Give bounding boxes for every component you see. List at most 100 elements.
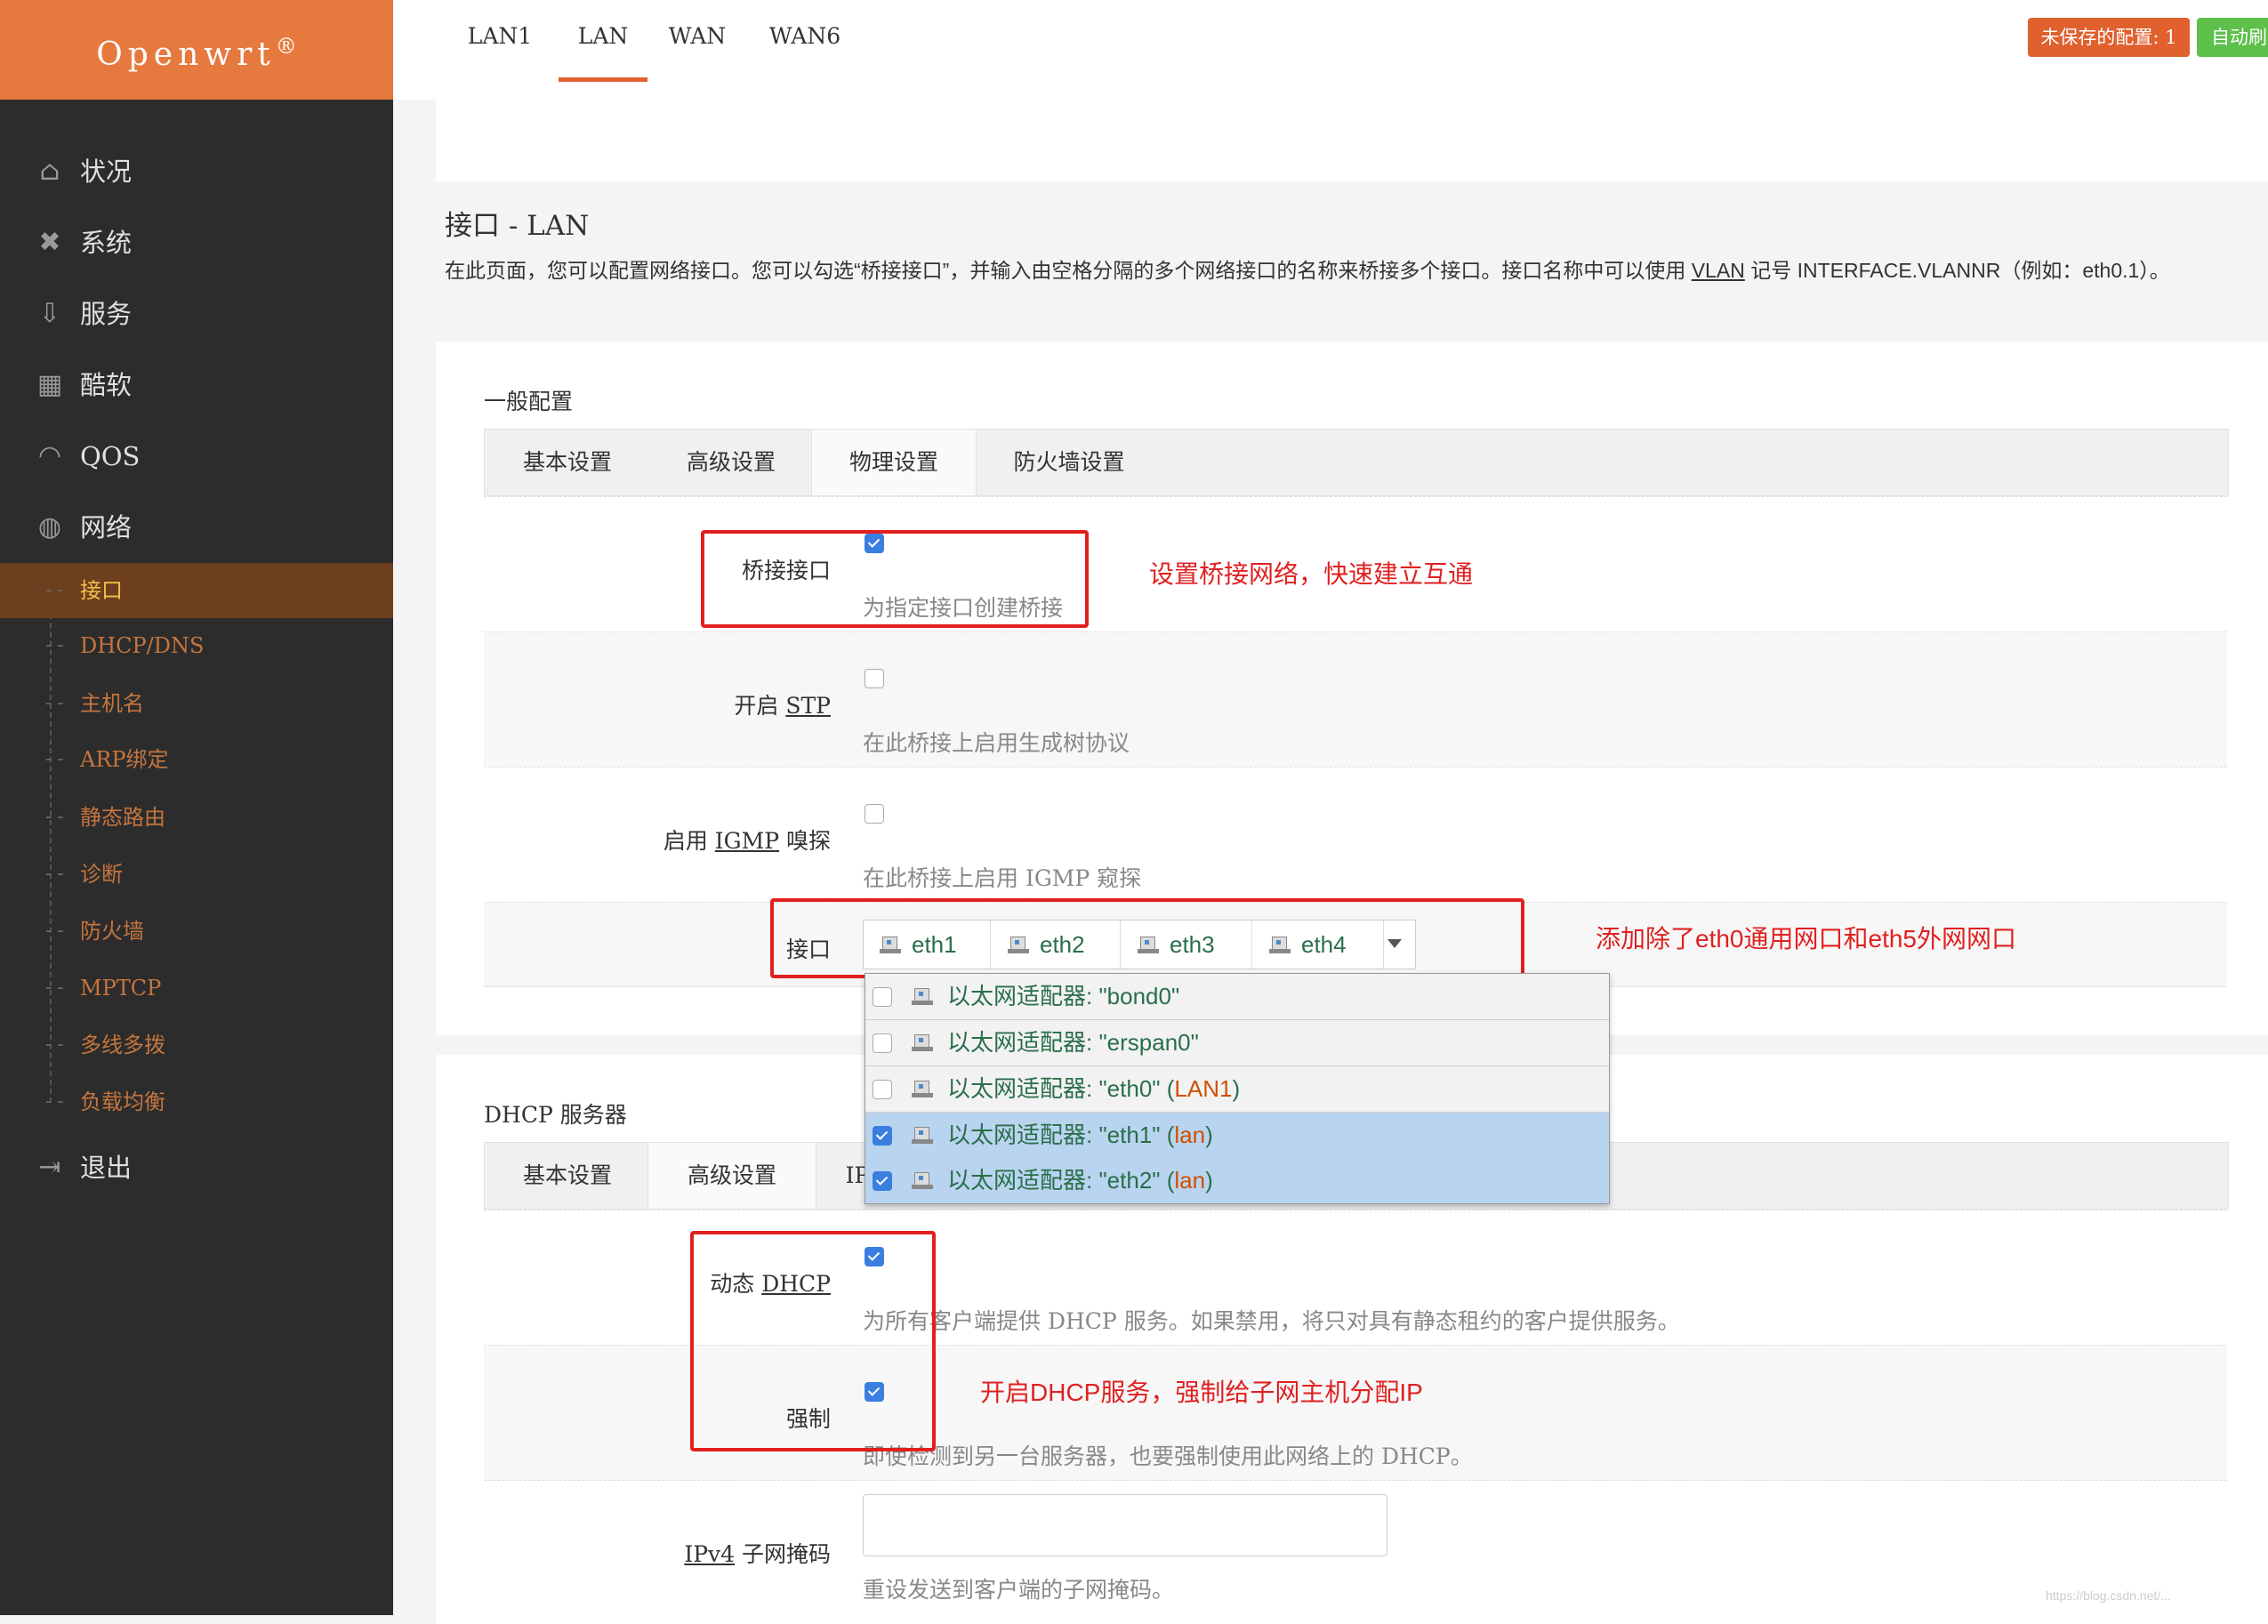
sidebar-item-kusoft[interactable]: ▦ 酷软 — [0, 354, 393, 416]
auto-refresh-button[interactable]: 自动刷 — [2197, 18, 2268, 57]
sidebar-subitem-loadbalance[interactable]: -- 负载均衡 — [0, 1074, 393, 1130]
sidebar-item-services[interactable]: ⇩ 服务 — [0, 283, 393, 345]
annotation-note-interface: 添加除了eth0通用网口和eth5外网网口 — [1596, 925, 2016, 953]
sidebar-subitem-interfaces[interactable]: -- 接口 — [0, 563, 393, 618]
igmp-label: 启用 IGMP 嗅探 — [475, 824, 831, 856]
sidebar-subitem-routes[interactable]: -- 静态路由 — [0, 790, 393, 845]
sidebar-item-qos[interactable]: ◠ QOS — [0, 425, 393, 487]
dropdown-option-eth1[interactable]: 以太网适配器: "eth1" (lan) — [865, 1113, 1609, 1159]
sidebar-item-logout[interactable]: ⇥ 退出 — [0, 1137, 393, 1199]
dhcp-tab-basic[interactable]: 基本设置 — [498, 1143, 637, 1209]
sidebar-item-label: ARP绑定 — [80, 747, 169, 772]
sidebar-item-label: 退出 — [80, 1153, 133, 1183]
tab-physical-settings[interactable]: 物理设置 — [811, 430, 977, 495]
sidebar-item-label: QOS — [80, 441, 141, 471]
option-checkbox[interactable] — [873, 1126, 892, 1146]
ipv4-abbr: IPv4 — [684, 1541, 736, 1567]
dropdown-option-bond0[interactable]: 以太网适配器: "bond0" — [865, 974, 1609, 1020]
annotation-box-bridge — [701, 530, 1089, 628]
dropdown-option-eth2[interactable]: 以太网适配器: "eth2" (lan) — [865, 1158, 1609, 1203]
sidebar-item-label: 状况 — [80, 157, 133, 187]
network-adapter-icon — [912, 1033, 935, 1052]
sidebar-item-network[interactable]: ◍ 网络 — [0, 496, 393, 559]
watermark: https://blog.csdn.net/... — [2046, 1588, 2171, 1603]
tab-basic-settings[interactable]: 基本设置 — [498, 430, 637, 495]
tab-wan6[interactable]: WAN6 — [758, 0, 852, 82]
option-zone: lan — [1174, 1167, 1206, 1194]
vlan-abbr: VLAN — [1691, 259, 1745, 282]
brand-logo[interactable]: Openwrt® — [0, 0, 393, 100]
sidebar-item-label: 防火墙 — [80, 919, 144, 944]
dhcp-title: DHCP 服务器 — [484, 1102, 627, 1128]
option-checkbox[interactable] — [873, 987, 892, 1007]
network-adapter-icon — [912, 1170, 935, 1190]
tab-firewall-settings[interactable]: 防火墙设置 — [989, 430, 1149, 495]
brand-name: Openwrt — [96, 36, 276, 73]
netmask-label: IPv4 子网掩码 — [475, 1537, 831, 1569]
netmask-input[interactable] — [863, 1494, 1387, 1556]
sidebar-item-label: 网络 — [80, 512, 133, 543]
option-label: 以太网适配器: "eth0" ( — [947, 1075, 1175, 1102]
brand-mark: ® — [275, 34, 297, 59]
description-text: 在此页面，您可以配置网络接口。您可以勾选“桥接接口”，并输入由空格分隔的多个网络… — [445, 259, 1692, 282]
dhcp-tab-advanced[interactable]: 高级设置 — [647, 1143, 816, 1209]
sidebar-item-system[interactable]: ✖ 系统 — [0, 212, 393, 274]
stp-abbr: STP — [785, 693, 831, 719]
stp-help: 在此桥接上启用生成树协议 — [863, 730, 1130, 756]
stp-label: 开启 STP — [475, 688, 831, 720]
option-zone: LAN1 — [1174, 1075, 1233, 1102]
calendar-icon: ▦ — [36, 369, 63, 400]
tools-icon: ✖ — [38, 227, 61, 258]
option-paren: ) — [1205, 1167, 1213, 1194]
logout-icon: ⇥ — [38, 1152, 61, 1183]
sidebar-item-label: 系统 — [80, 228, 133, 258]
sidebar-item-label: 主机名 — [80, 691, 144, 716]
netmask-help: 重设发送到客户端的子网掩码。 — [863, 1577, 1175, 1603]
tab-lan[interactable]: LAN — [559, 0, 647, 82]
dynamic-dhcp-help: 为所有客户端提供 DHCP 服务。如果禁用，将只对具有静态租约的客户提供服务。 — [863, 1308, 1680, 1334]
annotation-box-interface — [770, 898, 1524, 978]
option-checkbox[interactable] — [873, 1080, 892, 1099]
igmp-label-prefix: 启用 — [663, 828, 715, 854]
sidebar-item-label: 多线多拨 — [80, 1033, 165, 1057]
option-label: 以太网适配器: "eth1" ( — [947, 1122, 1175, 1148]
interface-dropdown-list[interactable]: 以太网适配器: "bond0" 以太网适配器: "erspan0" 以太网适配器… — [865, 973, 1610, 1204]
sidebar-item-label: DHCP/DNS — [80, 633, 205, 658]
option-paren: ) — [1205, 1122, 1213, 1148]
unsaved-changes-badge[interactable]: 未保存的配置: 1 — [2028, 18, 2190, 57]
sidebar-subitem-firewall[interactable]: -- 防火墙 — [0, 904, 393, 959]
sidebar-subitem-mptcp[interactable]: -- MPTCP — [0, 961, 393, 1016]
network-adapter-icon — [912, 986, 935, 1006]
dropdown-option-erspan0[interactable]: 以太网适配器: "erspan0" — [865, 1020, 1609, 1066]
sidebar-subitem-arp[interactable]: -- ARP绑定 — [0, 732, 393, 787]
option-paren: ) — [1232, 1075, 1241, 1102]
igmp-abbr: IGMP — [714, 828, 780, 854]
network-adapter-icon — [912, 1125, 935, 1145]
tab-lan1[interactable]: LAN1 — [455, 0, 544, 82]
sidebar-item-status[interactable]: ⌂ 状况 — [0, 141, 393, 203]
sidebar-subitem-dhcp-dns[interactable]: -- DHCP/DNS — [0, 618, 393, 673]
globe-icon: ◍ — [37, 511, 62, 543]
tab-advanced-settings[interactable]: 高级设置 — [658, 430, 804, 495]
option-checkbox[interactable] — [873, 1171, 892, 1191]
sidebar-item-label: 静态路由 — [80, 805, 165, 830]
sidebar-subitem-multiwan[interactable]: -- 多线多拨 — [0, 1017, 393, 1073]
home-icon: ⌂ — [39, 156, 60, 187]
download-icon: ⇩ — [38, 298, 61, 329]
network-adapter-icon — [912, 1079, 935, 1098]
page-title: 接口 - LAN — [445, 210, 590, 242]
tab-wan[interactable]: WAN — [656, 0, 738, 82]
option-checkbox[interactable] — [873, 1033, 892, 1053]
dropdown-option-eth0[interactable]: 以太网适配器: "eth0" (LAN1) — [865, 1066, 1609, 1113]
sidebar-subitem-hostnames[interactable]: -- 主机名 — [0, 676, 393, 731]
annotation-note-dhcp: 开启DHCP服务，强制给子网主机分配IP — [980, 1379, 1423, 1406]
igmp-help: 在此桥接上启用 IGMP 窥探 — [863, 865, 1142, 891]
igmp-checkbox[interactable] — [865, 804, 884, 824]
description-text: 记号 INTERFACE.VLANNR（例如：eth0.1）。 — [1744, 259, 2170, 282]
netmask-label-suffix: 子网掩码 — [735, 1541, 831, 1567]
force-help: 即使检测到另一台服务器，也要强制使用此网络上的 DHCP。 — [863, 1443, 1473, 1469]
option-label: 以太网适配器: "bond0" — [947, 983, 1180, 1009]
sidebar-subitem-diagnostics[interactable]: -- 诊断 — [0, 847, 393, 902]
stp-checkbox[interactable] — [865, 669, 884, 688]
sidebar-item-label: 负载均衡 — [80, 1089, 165, 1114]
